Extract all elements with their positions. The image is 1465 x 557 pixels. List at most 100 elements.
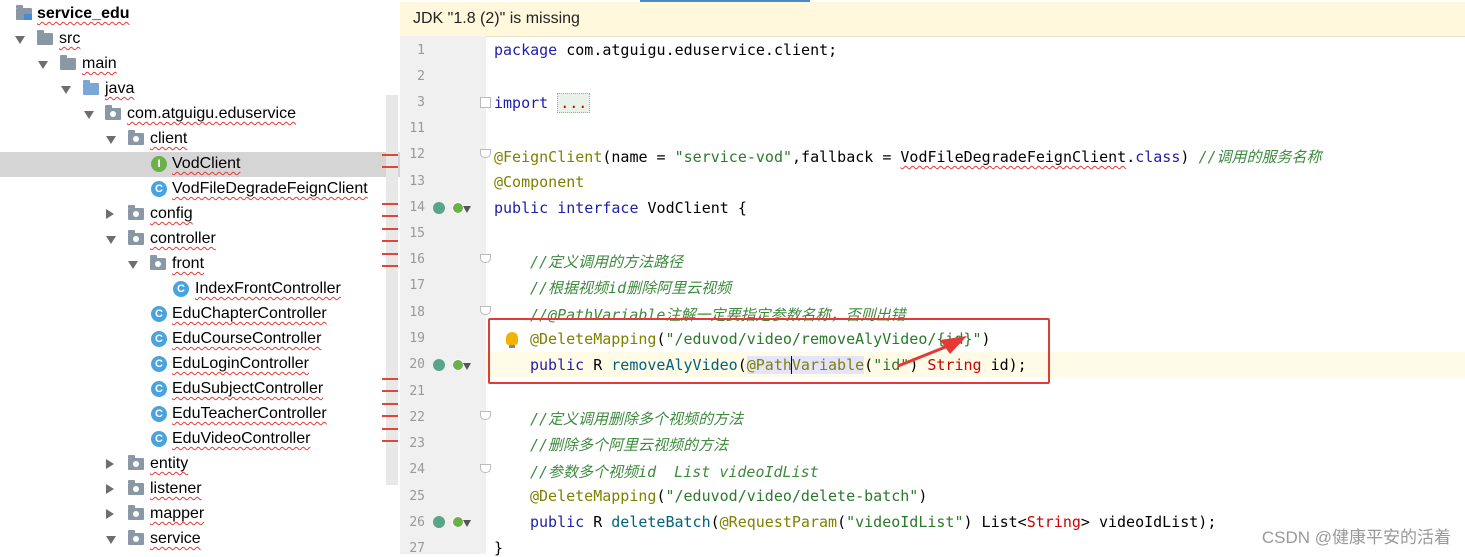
fold-marker-icon[interactable] xyxy=(480,254,491,263)
code-line-22[interactable]: //定义调用删除多个视频的方法 xyxy=(530,408,743,429)
token-text: > videoIdList); xyxy=(1080,513,1217,531)
chevron-down-icon[interactable] xyxy=(38,61,48,69)
tree-row-educourse[interactable]: C EduCourseController xyxy=(0,327,400,352)
token-text: . xyxy=(1126,148,1136,166)
token-text: VodClient { xyxy=(638,199,747,217)
class-icon: C xyxy=(151,331,167,347)
chevron-down-icon[interactable] xyxy=(61,86,71,94)
chevron-down-icon[interactable] xyxy=(128,261,138,269)
tree-row-java[interactable]: java xyxy=(0,77,400,102)
fold-marker-icon[interactable] xyxy=(480,306,491,315)
line-number: 14 xyxy=(409,200,425,215)
code-line-24[interactable]: //参数多个视频id List videoIdList xyxy=(530,461,819,482)
line-number: 1 xyxy=(417,43,425,58)
package-icon xyxy=(128,480,144,495)
source-folder-icon xyxy=(83,80,99,95)
tree-label-edusubject: EduSubjectController xyxy=(172,380,324,397)
token-text: com.atguigu.eduservice.client; xyxy=(557,41,838,59)
tree-row-src[interactable]: src xyxy=(0,27,400,52)
tree-row-service[interactable]: service xyxy=(0,527,400,552)
line-number: 17 xyxy=(409,278,425,293)
tree-row-eduvideo[interactable]: C EduVideoController xyxy=(0,427,400,452)
fold-marker-icon[interactable] xyxy=(480,411,491,420)
tree-row-mapper[interactable]: mapper xyxy=(0,502,400,527)
tree-row-edulogin[interactable]: C EduLoginController xyxy=(0,352,400,377)
chevron-right-icon[interactable] xyxy=(106,484,114,494)
tree-label-client: client xyxy=(150,130,188,147)
tree-row-eduteacher[interactable]: C EduTeacherController xyxy=(0,402,400,427)
line-number: 16 xyxy=(409,252,425,267)
collapsed-imports[interactable]: ... xyxy=(557,93,591,113)
fold-marker-icon[interactable] xyxy=(480,464,491,473)
line-number: 22 xyxy=(409,410,425,425)
jdk-missing-banner: JDK "1.8 (2)" is missing xyxy=(400,2,1465,37)
tree-label-educourse: EduCourseController xyxy=(172,330,322,347)
chevron-down-icon[interactable] xyxy=(15,36,25,44)
line-number: 20 xyxy=(409,357,425,372)
code-line-3[interactable]: import ... xyxy=(494,93,591,113)
interface-icon: I xyxy=(151,156,167,172)
tree-label-vodclient: VodClient xyxy=(172,155,241,172)
class-icon: C xyxy=(151,181,167,197)
tree-row-entity[interactable]: entity xyxy=(0,452,400,477)
tree-row-main[interactable]: main xyxy=(0,52,400,77)
line-number: 2 xyxy=(417,69,425,84)
code-line-23[interactable]: //删除多个阿里云视频的方法 xyxy=(530,434,728,455)
tree-label-config: config xyxy=(150,205,193,222)
tree-row-client[interactable]: client xyxy=(0,127,400,152)
tree-row-controller[interactable]: controller xyxy=(0,227,400,252)
change-marker xyxy=(382,203,398,217)
code-line-26[interactable]: public R deleteBatch(@RequestParam("vide… xyxy=(530,513,1216,531)
fold-marker-icon[interactable] xyxy=(480,97,491,108)
code-line-12[interactable]: @FeignClient(name = "service-vod",fallba… xyxy=(494,146,1322,167)
implemented-icon[interactable] xyxy=(433,202,445,214)
chevron-down-icon[interactable] xyxy=(106,236,116,244)
fold-marker-icon[interactable] xyxy=(480,149,491,158)
arrow-down-icon[interactable] xyxy=(463,206,471,213)
tree-row-package[interactable]: com.atguigu.eduservice xyxy=(0,102,400,127)
code-line-25[interactable]: @DeleteMapping("/eduvod/video/delete-bat… xyxy=(530,487,927,505)
tree-row-module[interactable]: service_edu xyxy=(0,2,400,27)
token-annotation: @FeignClient xyxy=(494,148,603,166)
tree-row-vodfallback[interactable]: C VodFileDegradeFeignClient xyxy=(0,177,400,202)
code-editor[interactable]: JDK "1.8 (2)" is missing 1 2 3 11 12 13 … xyxy=(400,0,1465,557)
token-comment: //删除多个阿里云视频的方法 xyxy=(530,436,729,454)
change-marker xyxy=(382,403,398,417)
chevron-right-icon[interactable] xyxy=(106,509,114,519)
code-line-1[interactable]: package com.atguigu.eduservice.client; xyxy=(494,41,837,59)
chevron-right-icon[interactable] xyxy=(106,459,114,469)
arrow-down-icon[interactable] xyxy=(463,520,471,527)
token-text: (name = xyxy=(602,148,675,166)
token-text: ) xyxy=(1180,148,1199,166)
tree-label-indexfront: IndexFrontController xyxy=(195,280,341,297)
implemented-icon[interactable] xyxy=(433,359,445,371)
project-tree: service_edu src main java com.atguigu.ed… xyxy=(0,0,400,554)
line-number: 24 xyxy=(409,462,425,477)
implemented-icon[interactable] xyxy=(433,516,445,528)
tree-row-indexfront[interactable]: C IndexFrontController xyxy=(0,277,400,302)
line-number: 19 xyxy=(409,331,425,346)
token-keyword: package xyxy=(494,41,558,59)
line-number: 18 xyxy=(409,305,425,320)
code-line-27[interactable]: } xyxy=(494,539,503,557)
arrow-down-icon[interactable] xyxy=(463,363,471,370)
chevron-right-icon[interactable] xyxy=(106,209,114,219)
code-line-14[interactable]: public interface VodClient { xyxy=(494,199,747,217)
tree-row-listener[interactable]: listener xyxy=(0,477,400,502)
chevron-down-icon[interactable] xyxy=(106,136,116,144)
chevron-down-icon[interactable] xyxy=(106,536,116,544)
code-line-17[interactable]: //根据视频id删除阿里云视频 xyxy=(530,277,731,298)
tree-row-educhapter[interactable]: C EduChapterController xyxy=(0,302,400,327)
tree-row-vodclient[interactable]: I VodClient xyxy=(0,152,400,177)
code-line-13[interactable]: @Component xyxy=(494,173,584,191)
tree-row-edusubject[interactable]: C EduSubjectController xyxy=(0,377,400,402)
line-number: 12 xyxy=(409,147,425,162)
tree-row-front[interactable]: front xyxy=(0,252,400,277)
tree-row-config[interactable]: config xyxy=(0,202,400,227)
class-icon: C xyxy=(151,406,167,422)
line-number: 11 xyxy=(409,121,425,136)
token-comment: //定义调用的方法路径 xyxy=(530,253,684,271)
code-line-16[interactable]: //定义调用的方法路径 xyxy=(530,251,683,272)
chevron-down-icon[interactable] xyxy=(84,111,94,119)
line-number: 26 xyxy=(409,515,425,530)
